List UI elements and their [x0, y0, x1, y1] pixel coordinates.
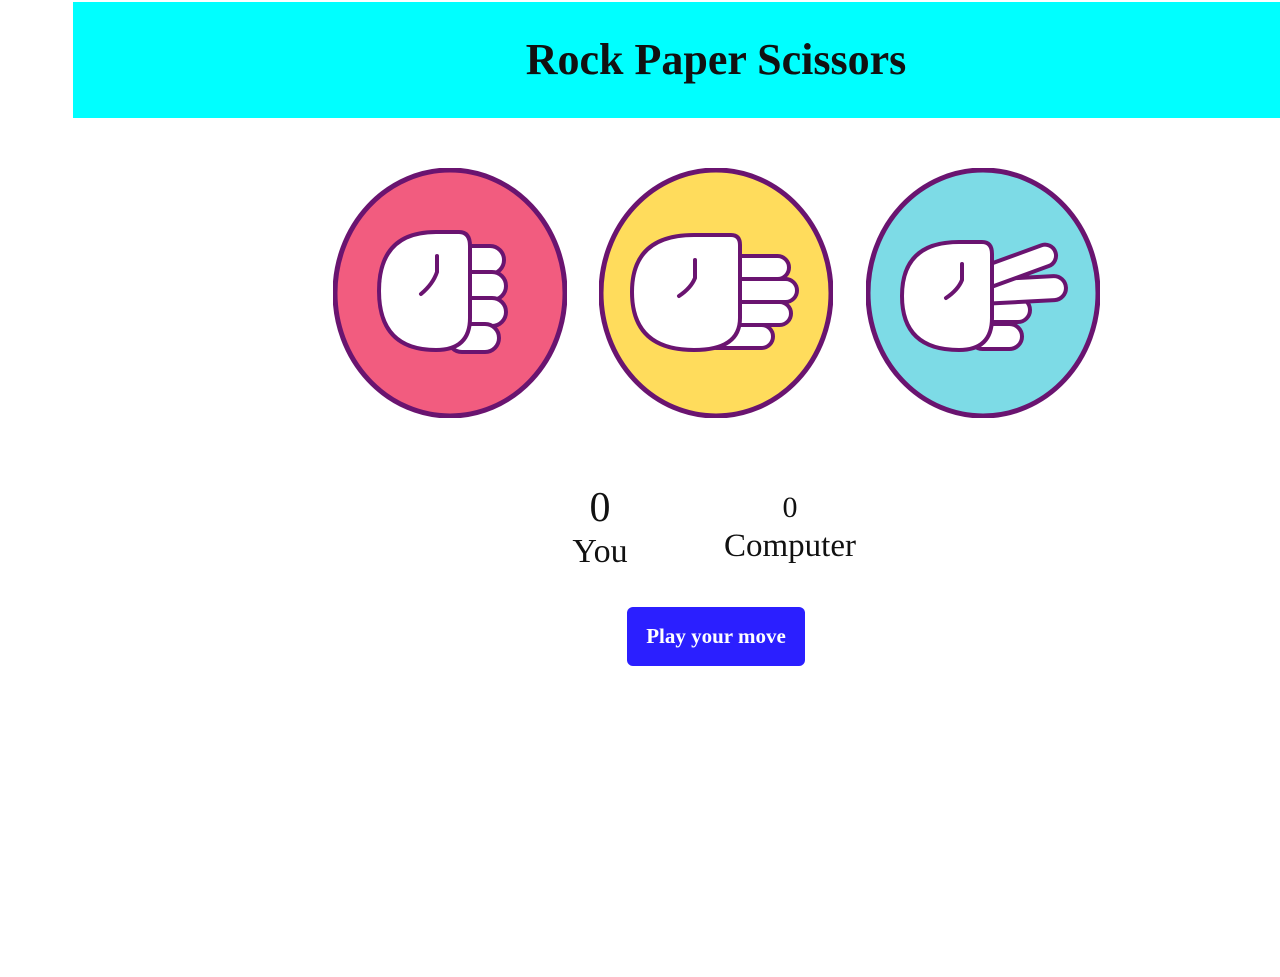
- fist-icon: [333, 168, 567, 418]
- player-score-value: 0: [589, 485, 611, 531]
- computer-score-value: 0: [782, 491, 798, 524]
- open-hand-icon: [599, 168, 833, 418]
- play-move-button[interactable]: Play your move: [627, 607, 805, 666]
- two-fingers-icon: [866, 168, 1100, 418]
- scissors-choice[interactable]: [866, 168, 1100, 418]
- rock-choice[interactable]: [333, 168, 567, 418]
- computer-score-label: Computer: [724, 528, 856, 564]
- computer-score: 0 Computer: [700, 490, 880, 566]
- player-score-label: You: [572, 533, 628, 570]
- paper-choice[interactable]: [599, 168, 833, 418]
- player-score: 0 You: [540, 484, 660, 572]
- page-title: Rock Paper Scissors: [525, 35, 907, 84]
